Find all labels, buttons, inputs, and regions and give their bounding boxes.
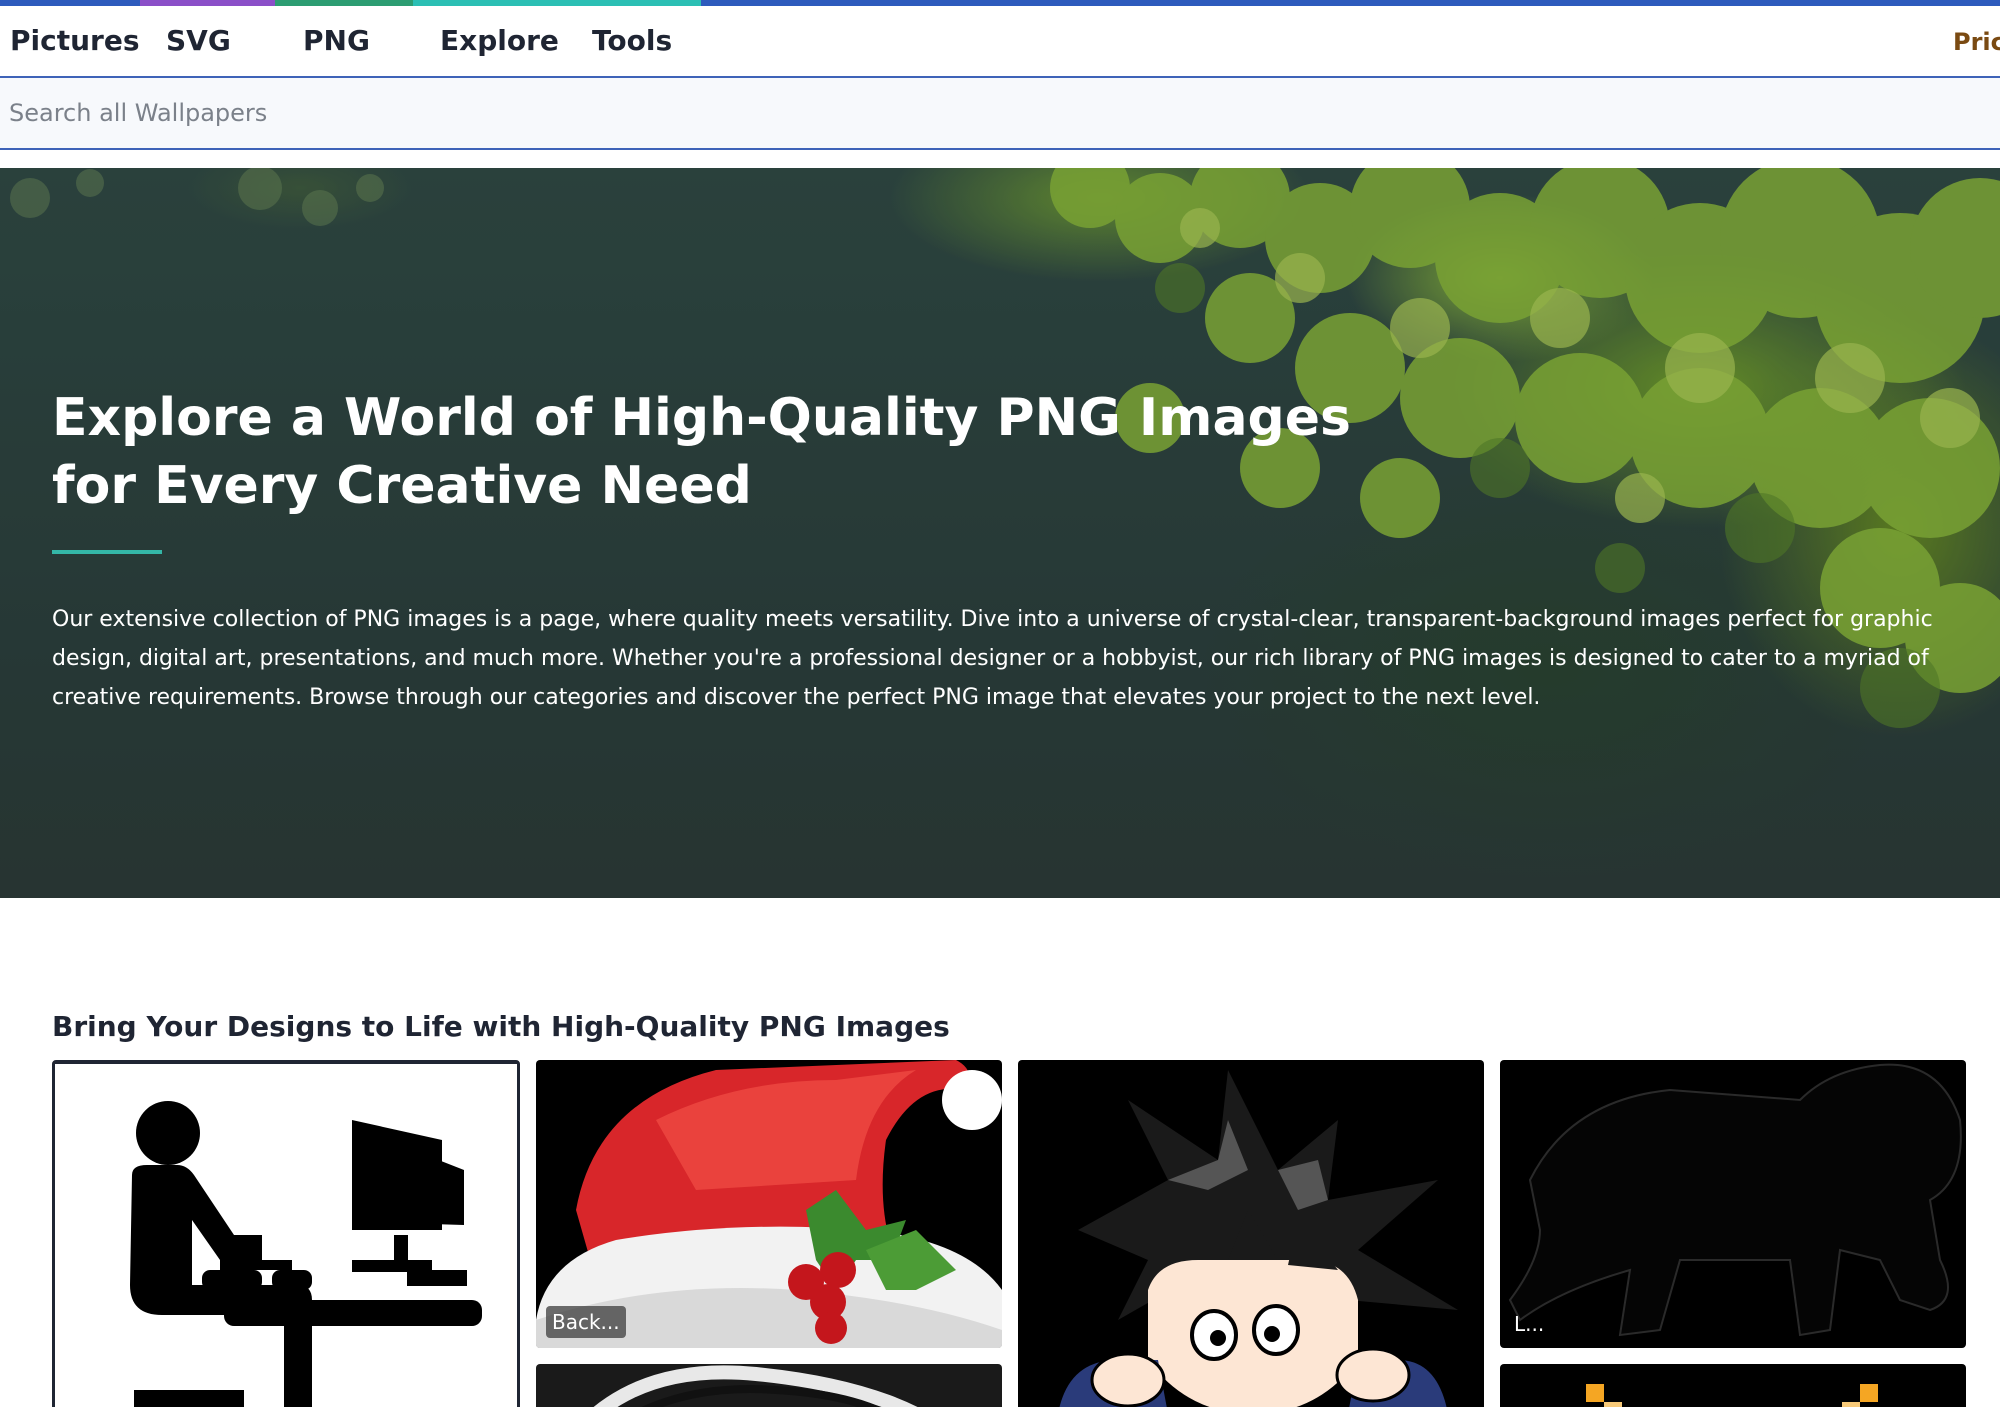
hero-divider	[52, 550, 162, 554]
card-caption: Back...	[546, 1306, 626, 1338]
hero-title: Explore a World of High-Quality PNG Imag…	[52, 388, 1351, 516]
hero-banner: Explore a World of High-Quality PNG Imag…	[0, 168, 2000, 898]
nav-item-pictures[interactable]: Pictures	[10, 24, 140, 57]
card-caption: L...	[1514, 1312, 1545, 1336]
anime-boy-icon	[1058, 1070, 1458, 1414]
lion-silhouette-icon	[1508, 1063, 1962, 1337]
gallery-card[interactable]: L...	[1500, 1060, 1966, 1348]
nav-item-pricing[interactable]: Prici	[1953, 28, 2000, 56]
hero-description: Our extensive collection of PNG images i…	[52, 607, 1933, 710]
gallery-card[interactable]	[52, 1060, 520, 1414]
gallery-title: Bring Your Designs to Life with High-Qua…	[52, 1010, 950, 1043]
page-bottom-edge	[0, 1407, 2000, 1414]
santa-hat-icon	[536, 1060, 1002, 1348]
gallery-card[interactable]: Back...	[536, 1060, 1002, 1348]
person-at-computer-icon	[130, 1101, 482, 1411]
search-bar	[0, 78, 2000, 150]
nav-item-explore[interactable]: Explore	[440, 24, 559, 57]
main-navigation: Pictures SVG PNG Explore Tools Prici	[0, 6, 2000, 78]
search-input[interactable]	[0, 78, 1990, 148]
hero-overlay	[0, 168, 2000, 898]
nav-item-tools[interactable]: Tools	[592, 24, 672, 57]
gallery-card[interactable]	[1018, 1060, 1484, 1414]
nav-item-png[interactable]: PNG	[303, 24, 370, 57]
nav-item-svg[interactable]: SVG	[166, 24, 231, 57]
